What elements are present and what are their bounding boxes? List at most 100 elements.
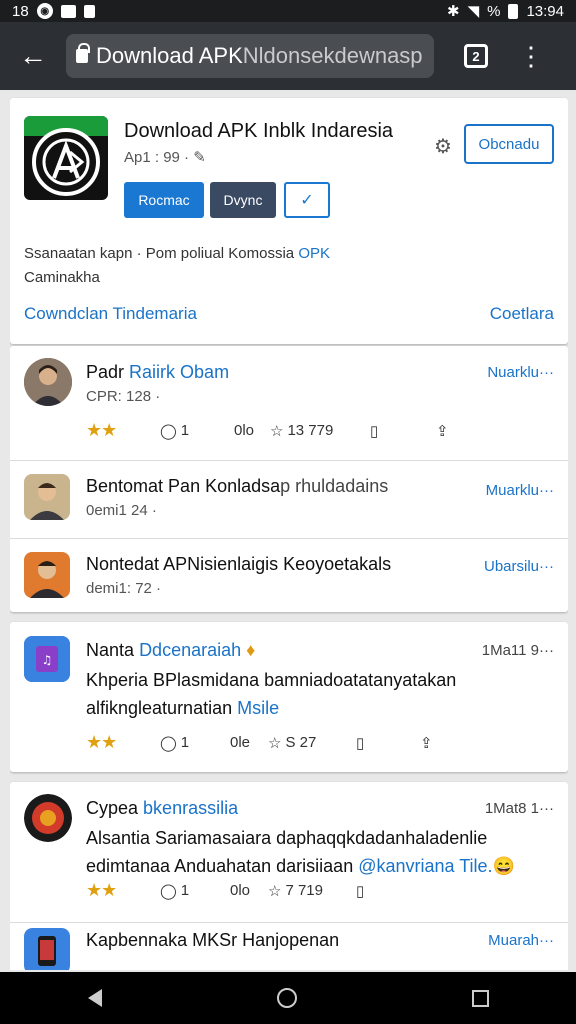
secondary-button[interactable]: Dvync: [210, 182, 276, 218]
post-author[interactable]: Kapbennaka MKSr Hanjopenan: [86, 930, 339, 951]
primary-button[interactable]: Rocmac: [124, 182, 204, 218]
post-link[interactable]: @kanvriana Tile.: [358, 856, 492, 876]
post-author[interactable]: Cypea bkenrassilia: [86, 798, 238, 819]
post-card: ♫ Nanta Ddcenaraiah ♦ 1Ma11 9··· Khperia…: [10, 622, 568, 772]
post-body-line-1: Alsantia Sariamasaiara daphaqqkdadanhala…: [86, 828, 488, 848]
comment-count: 1: [180, 734, 190, 751]
tabs-count-button[interactable]: 2: [464, 44, 488, 68]
avatar[interactable]: [24, 474, 70, 520]
post-card: Cypea bkenrassilia 1Mat8 1··· Alsantia S…: [10, 782, 568, 970]
rating-stars: ★★: [86, 420, 117, 440]
post-body-line-1: Khperia BPlasmidana bamniadoatatanyataka…: [86, 670, 457, 690]
feed-item-action[interactable]: Nuarklu···: [487, 364, 554, 381]
page-content: Download APK Inblk Indaresia Ap1 : 99 · …: [10, 90, 568, 970]
like-action[interactable]: ☆ 7 719: [268, 882, 356, 900]
post-body-line-2: alfikngleaturnatian: [86, 698, 238, 718]
comment-icon: ◯: [160, 882, 177, 900]
post-action[interactable]: Muarah···: [488, 932, 554, 949]
lock-icon: [76, 43, 90, 63]
feed-item-action[interactable]: Ubarsilu···: [484, 558, 554, 575]
app-logo: [24, 116, 108, 200]
feed-item-title[interactable]: Padr Raiirk Obam: [86, 362, 229, 383]
desc-opk-link[interactable]: OPK: [298, 245, 330, 262]
feed-item-title[interactable]: Bentomat Pan Konladsap rhuldadains: [86, 476, 388, 497]
url-title: Download APK: [96, 43, 243, 68]
app-avatar[interactable]: ♫: [24, 636, 70, 682]
comment-count: 1: [180, 422, 190, 439]
share-count[interactable]: 0lo: [230, 882, 268, 899]
post-author-handle: bkenrassilia: [143, 798, 239, 818]
share-count[interactable]: 0lo: [234, 422, 270, 439]
bookmark-icon[interactable]: ▯: [356, 882, 364, 900]
feed-item-sub: demi1: 72 ·: [86, 580, 162, 597]
battery-icon: [508, 3, 519, 19]
outline-button[interactable]: Obcnadu: [464, 124, 554, 164]
bluetooth-icon: ✱: [446, 3, 460, 20]
nav-recents-icon[interactable]: [471, 989, 489, 1007]
nav-home-icon[interactable]: [276, 988, 297, 1008]
like-count: S 27: [285, 734, 317, 751]
more-link[interactable]: Coetlara: [490, 304, 554, 324]
download-link[interactable]: Cowndclan Tindemaria: [24, 304, 197, 324]
like-action[interactable]: ☆ S 27: [268, 734, 356, 752]
status-time-left: 18: [12, 2, 29, 20]
check-button[interactable]: ✓: [284, 182, 330, 218]
divider: [10, 922, 568, 923]
feed-item-actions: ★★ ◯ 1 0lo ☆ 13 779 ▯ ⇪: [86, 420, 449, 441]
desc-line-2: Caminakha: [24, 269, 100, 286]
share-icon[interactable]: ⇪: [420, 734, 433, 752]
feed-item-name: Padr: [86, 362, 125, 382]
avatar[interactable]: [24, 794, 72, 842]
status-bar: 18 ◉ ✱ ◥ % 13:94: [0, 0, 576, 22]
post-time[interactable]: 1Ma11 9···: [482, 642, 554, 659]
star-icon: ☆: [270, 422, 284, 440]
comment-count: 1: [180, 882, 190, 899]
post-body-line-2: edimtanaa Anduahatan darisiiaan: [86, 856, 359, 876]
nav-back-icon[interactable]: [87, 989, 102, 1007]
divider: [10, 460, 568, 461]
url-bar[interactable]: Download APK Nldonsekdewnasp: [66, 34, 434, 78]
avatar[interactable]: [24, 552, 70, 598]
post-link[interactable]: Msile: [237, 698, 279, 718]
comment-action[interactable]: ◯ 1: [160, 422, 234, 440]
status-clock: 13:94: [526, 2, 564, 20]
avatar[interactable]: [24, 358, 72, 406]
feed-list-card: Padr Raiirk Obam CPR: 128 · Nuarklu··· ★…: [10, 346, 568, 612]
like-action[interactable]: ☆ 13 779: [270, 422, 370, 440]
bookmark-icon[interactable]: ▯: [370, 422, 436, 440]
comment-action[interactable]: ◯ 1: [160, 882, 230, 900]
app-avatar[interactable]: [24, 928, 70, 970]
bookmark-icon[interactable]: ▯: [356, 734, 420, 752]
comment-action[interactable]: ◯ 1: [160, 734, 230, 752]
divider: [10, 538, 568, 539]
feed-item-extra: p rhuldadains: [280, 476, 389, 496]
feed-item-title[interactable]: Nontedat APNisienlaigis Keoyoetakals: [86, 554, 391, 575]
flame-icon: ♦: [246, 640, 256, 660]
post-author-handle: Ddcenaraiah: [139, 640, 242, 660]
star-icon: ☆: [268, 734, 282, 752]
post-author-name: Cypea: [86, 798, 139, 818]
post-body: Alsantia Sariamasaiara daphaqqkdadanhala…: [86, 824, 556, 880]
share-count[interactable]: 0le: [230, 734, 268, 751]
feed-item-action[interactable]: Muarklu···: [486, 482, 554, 499]
battery-percent: %: [487, 2, 501, 20]
sim-icon: [83, 4, 95, 18]
app-meta-text: Ap1 : 99 ·: [124, 149, 194, 166]
post-author-name: Nanta: [86, 640, 135, 660]
post-author[interactable]: Nanta Ddcenaraiah ♦: [86, 640, 255, 661]
rating-stars: ★★: [86, 732, 117, 752]
app-description: Ssanaatan kapn · Pom poliual Komossia OP…: [24, 242, 444, 290]
browser-toolbar: ← Download APK Nldonsekdewnasp 2 ⋮: [0, 22, 576, 90]
gear-icon[interactable]: ⚙: [434, 134, 452, 159]
post-time[interactable]: 1Mat8 1···: [485, 800, 554, 817]
overflow-menu-icon[interactable]: ⋮: [518, 43, 544, 69]
back-arrow-icon[interactable]: ←: [0, 22, 66, 90]
feed-item-sub: CPR: 128 ·: [86, 388, 161, 405]
url-domain: Nldonsekdewnasp: [242, 43, 423, 68]
comment-icon: ◯: [160, 734, 177, 752]
share-icon[interactable]: ⇪: [436, 422, 449, 440]
post-actions: ★★ ◯ 1 0lo ☆ 7 719 ▯: [86, 880, 364, 901]
feed-item-name: Bentomat Pan Konladsa: [86, 476, 281, 496]
post-actions: ★★ ◯ 1 0le ☆ S 27 ▯ ⇪: [86, 732, 433, 753]
system-nav-bar: [0, 972, 576, 1024]
